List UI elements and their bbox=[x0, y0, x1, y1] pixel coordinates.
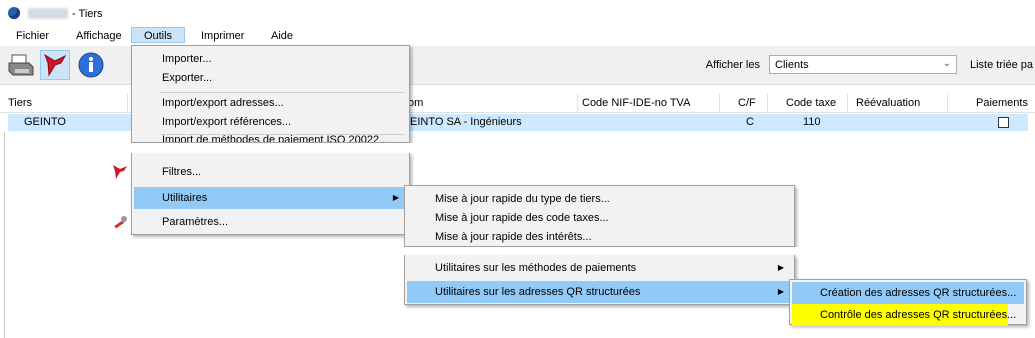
printer-icon[interactable] bbox=[6, 50, 36, 80]
chevron-right-icon: ▶ bbox=[392, 193, 399, 202]
outils-menu: Importer... Exporter... Import/export ad… bbox=[131, 45, 410, 143]
menu-item-utilitaires[interactable]: Utilitaires ▶ bbox=[134, 187, 407, 209]
qr-menu: Création des adresses QR structurées... … bbox=[789, 279, 1027, 326]
chevron-right-icon: ▶ bbox=[777, 287, 784, 296]
col-paiements[interactable]: Paiements bbox=[948, 94, 1035, 112]
menu-item-utilitaires-label: Utilitaires bbox=[162, 192, 208, 204]
title-bar bbox=[0, 0, 1035, 27]
afficher-select-value: Clients bbox=[775, 59, 809, 71]
menu-item-import-export-references[interactable]: Import/export références... bbox=[134, 111, 407, 133]
afficher-select[interactable]: Clients ⌄ bbox=[769, 55, 957, 74]
menu-item-util-methodes-paiements[interactable]: Utilitaires sur les méthodes de paiement… bbox=[407, 257, 792, 279]
menu-fichier[interactable]: Fichier bbox=[8, 27, 57, 45]
utilitaires-menu: Mise à jour rapide du type de tiers... M… bbox=[404, 185, 795, 247]
wrench-icon bbox=[114, 216, 127, 229]
chevron-down-icon: ⌄ bbox=[942, 58, 951, 69]
menu-item-parametres-label: Paramètres... bbox=[162, 216, 229, 228]
row-nom: EINTO SA - Ingénieurs bbox=[410, 116, 522, 128]
col-reevaluation[interactable]: Réévaluation bbox=[848, 94, 948, 112]
menu-item-import-iso20022[interactable]: Import de méthodes de paiement ISO 20022… bbox=[134, 134, 407, 142]
app-icon bbox=[8, 7, 20, 19]
menu-item-maj-interets[interactable]: Mise à jour rapide des intérêts... bbox=[407, 226, 792, 248]
filter-icon[interactable] bbox=[40, 50, 70, 80]
menu-item-util-methodes-paiements-label: Utilitaires sur les méthodes de paiement… bbox=[435, 262, 637, 274]
left-border bbox=[4, 247, 5, 338]
utilitaires-menu-lower: Utilitaires sur les méthodes de paiement… bbox=[404, 255, 795, 305]
col-cf[interactable]: C/F bbox=[720, 94, 768, 112]
row-tiers: GEINTO bbox=[24, 116, 66, 128]
gap-strip bbox=[0, 143, 1035, 153]
menu-item-filtres[interactable]: Filtres... bbox=[113, 161, 407, 183]
col-tiers[interactable]: Tiers bbox=[8, 94, 128, 112]
window-title: - Tiers bbox=[72, 8, 103, 20]
filter-icon bbox=[113, 165, 127, 179]
liste-triee-label: Liste triée pa bbox=[970, 59, 1033, 71]
outils-menu-lower: Filtres... Utilitaires ▶ Paramètres... bbox=[113, 153, 410, 235]
menu-item-filtres-label: Filtres... bbox=[162, 166, 202, 178]
menu-affichage[interactable]: Affichage bbox=[68, 27, 130, 45]
menu-imprimer[interactable]: Imprimer bbox=[193, 27, 252, 45]
menubar: Fichier Affichage Outils Imprimer Aide bbox=[0, 27, 1035, 45]
gap-strip bbox=[0, 247, 1035, 255]
col-nif[interactable]: Code NIF-IDE-no TVA bbox=[582, 94, 720, 112]
menu-item-util-adresses-qr-label: Utilitaires sur les adresses QR structur… bbox=[435, 286, 641, 298]
redacted-app-name bbox=[28, 8, 68, 19]
menu-item-creation-qr[interactable]: Création des adresses QR structurées... bbox=[792, 282, 1024, 304]
chevron-right-icon: ▶ bbox=[777, 263, 784, 272]
col-nom[interactable]: om bbox=[408, 94, 578, 112]
menu-outils[interactable]: Outils bbox=[131, 27, 185, 43]
menu-item-util-adresses-qr[interactable]: Utilitaires sur les adresses QR structur… bbox=[407, 281, 792, 303]
menu-item-controle-qr[interactable]: Contrôle des adresses QR structurées... bbox=[792, 304, 1016, 326]
menu-item-parametres[interactable]: Paramètres... bbox=[114, 211, 407, 233]
row-paiements-checkbox[interactable] bbox=[998, 117, 1009, 128]
afficher-label: Afficher les bbox=[705, 59, 760, 71]
row-code-taxe: 110 bbox=[803, 116, 821, 128]
row-cf: C bbox=[746, 116, 754, 128]
info-icon[interactable] bbox=[76, 50, 106, 80]
col-code-taxe[interactable]: Code taxe bbox=[768, 94, 848, 112]
menu-aide[interactable]: Aide bbox=[263, 27, 301, 45]
menu-item-exporter[interactable]: Exporter... bbox=[134, 67, 407, 89]
